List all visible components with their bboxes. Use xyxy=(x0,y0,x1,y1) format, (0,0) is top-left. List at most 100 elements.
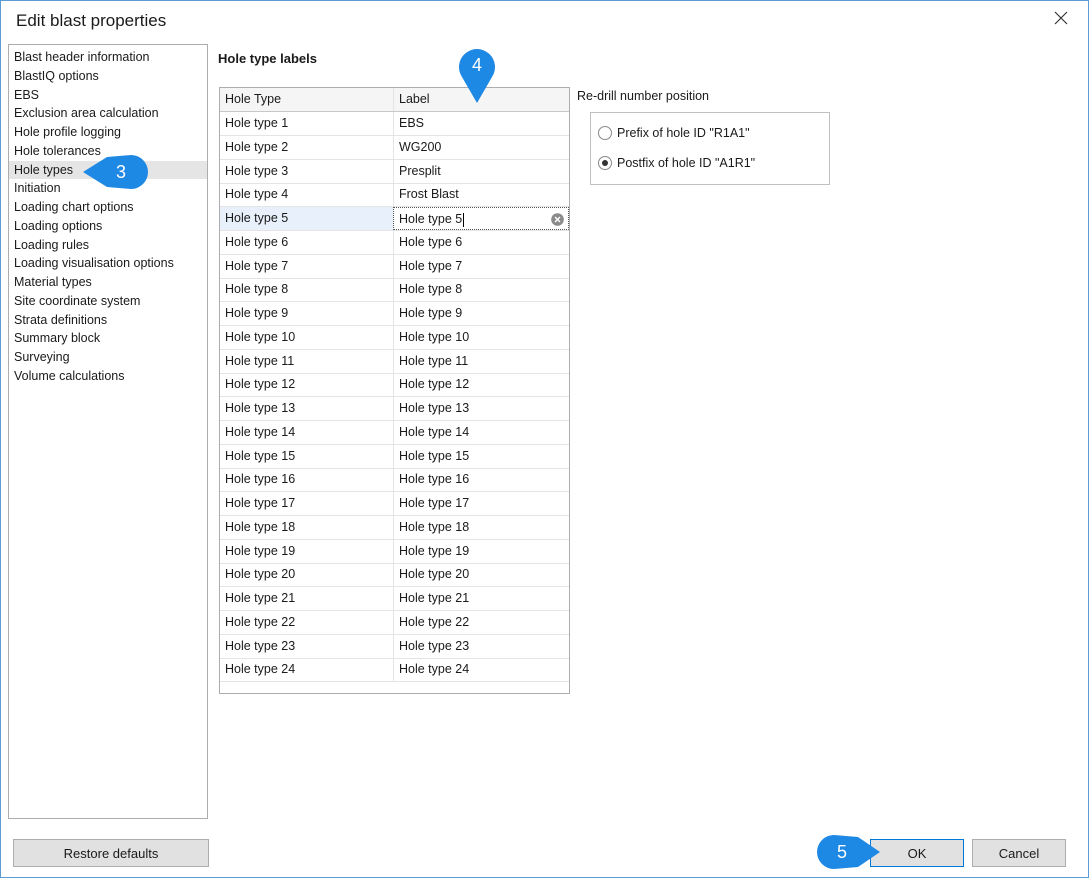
label-cell[interactable]: Hole type 15 xyxy=(394,445,569,468)
ok-button[interactable]: OK xyxy=(870,839,964,867)
label-text: Hole type 16 xyxy=(399,472,470,487)
nav-item[interactable]: Volume calculations xyxy=(9,367,207,385)
label-cell[interactable]: Hole type 7 xyxy=(394,255,569,278)
label-cell[interactable]: Frost Blast xyxy=(394,183,569,206)
hole-type-cell[interactable]: Hole type 17 xyxy=(220,492,394,515)
table-row[interactable]: Hole type 22 Hole type 22 xyxy=(220,610,569,635)
label-cell[interactable]: EBS xyxy=(394,112,569,135)
label-cell[interactable]: Hole type 16 xyxy=(394,468,569,491)
table-row[interactable]: Hole type 2 WG200 xyxy=(220,135,569,160)
label-cell[interactable]: Hole type 20 xyxy=(394,563,569,586)
hole-type-cell[interactable]: Hole type 12 xyxy=(220,373,394,397)
nav-item[interactable]: EBS xyxy=(9,86,207,104)
hole-type-cell[interactable]: Hole type 5 xyxy=(220,207,394,230)
label-cell[interactable]: WG200 xyxy=(394,136,569,159)
table-row[interactable]: Hole type 12 Hole type 12 xyxy=(220,373,569,398)
hole-type-cell[interactable]: Hole type 7 xyxy=(220,254,394,278)
nav-item[interactable]: Loading visualisation options xyxy=(9,254,207,272)
nav-item[interactable]: Summary block xyxy=(9,329,207,347)
hole-type-cell[interactable]: Hole type 14 xyxy=(220,420,394,444)
hole-type-cell[interactable]: Hole type 18 xyxy=(220,515,394,539)
table-row[interactable]: Hole type 7 Hole type 7 xyxy=(220,254,569,279)
label-cell[interactable]: Hole type 18 xyxy=(394,516,569,539)
label-cell[interactable]: Hole type 14 xyxy=(394,421,569,444)
table-row[interactable]: Hole type 8 Hole type 8 xyxy=(220,278,569,303)
nav-item[interactable]: Hole profile logging xyxy=(9,123,207,141)
nav-item[interactable]: Exclusion area calculation xyxy=(9,104,207,122)
column-header-hole-type[interactable]: Hole Type xyxy=(220,88,394,111)
label-cell[interactable]: Hole type 24 xyxy=(394,658,569,681)
nav-item[interactable]: Material types xyxy=(9,273,207,291)
hole-type-cell[interactable]: Hole type 21 xyxy=(220,587,394,610)
nav-item[interactable]: BlastIQ options xyxy=(9,67,207,85)
callout-3-label: 3 xyxy=(115,161,126,182)
hole-type-cell[interactable]: Hole type 8 xyxy=(220,278,394,302)
table-row[interactable]: Hole type 18 Hole type 18 xyxy=(220,515,569,540)
radio-icon[interactable] xyxy=(598,156,612,170)
table-row[interactable]: Hole type 20 Hole type 20 xyxy=(220,563,569,588)
table-row[interactable]: Hole type 17 Hole type 17 xyxy=(220,492,569,516)
table-row[interactable]: Hole type 11 Hole type 11 xyxy=(220,349,569,374)
label-cell[interactable]: Hole type 11 xyxy=(394,350,569,373)
hole-type-cell[interactable]: Hole type 11 xyxy=(220,349,394,373)
hole-type-cell[interactable]: Hole type 19 xyxy=(220,539,394,563)
table-row[interactable]: Hole type 4 Frost Blast xyxy=(220,183,569,208)
table-row[interactable]: Hole type 21 Hole type 21 xyxy=(220,587,569,611)
table-row[interactable]: Hole type 15 Hole type 15 xyxy=(220,444,569,469)
hole-type-cell[interactable]: Hole type 10 xyxy=(220,325,394,349)
label-edit-field[interactable]: Hole type 5 xyxy=(393,207,569,230)
hole-type-cell[interactable]: Hole type 4 xyxy=(220,183,394,207)
label-cell[interactable]: Hole type 8 xyxy=(394,278,569,301)
table-row[interactable]: Hole type 1 EBS xyxy=(220,112,569,136)
hole-type-cell[interactable]: Hole type 16 xyxy=(220,468,394,492)
table-row[interactable]: Hole type 16 Hole type 16 xyxy=(220,468,569,493)
hole-type-cell[interactable]: Hole type 1 xyxy=(220,112,394,135)
table-row[interactable]: Hole type 24 Hole type 24 xyxy=(220,658,569,683)
hole-type-cell[interactable]: Hole type 6 xyxy=(220,230,394,254)
nav-item[interactable]: Blast header information xyxy=(9,48,207,66)
hole-type-cell[interactable]: Hole type 2 xyxy=(220,135,394,159)
radio-prefix[interactable]: Prefix of hole ID "R1A1" xyxy=(598,124,750,142)
table-row[interactable]: Hole type 3 Presplit xyxy=(220,159,569,184)
hole-type-cell[interactable]: Hole type 22 xyxy=(220,610,394,634)
hole-type-cell[interactable]: Hole type 15 xyxy=(220,444,394,468)
label-cell[interactable]: Presplit xyxy=(394,160,569,183)
table-row[interactable]: Hole type 6 Hole type 6 xyxy=(220,230,569,255)
clear-icon[interactable] xyxy=(551,213,564,226)
label-cell[interactable]: Hole type 9 xyxy=(394,302,569,325)
nav-item[interactable]: Strata definitions xyxy=(9,311,207,329)
label-cell[interactable]: Hole type 6 xyxy=(394,231,569,254)
label-cell[interactable]: Hole type 23 xyxy=(394,635,569,658)
table-row[interactable]: Hole type 13 Hole type 13 xyxy=(220,397,569,421)
hole-type-grid[interactable]: Hole Type Label Hole type 1 EBS Hole type … xyxy=(219,87,570,694)
table-row[interactable]: Hole type 5 Hole type 5 xyxy=(220,207,569,231)
nav-item[interactable]: Site coordinate system xyxy=(9,292,207,310)
table-row[interactable]: Hole type 14 Hole type 14 xyxy=(220,420,569,445)
table-row[interactable]: Hole type 19 Hole type 19 xyxy=(220,539,569,564)
nav-item[interactable]: Loading chart options xyxy=(9,198,207,216)
nav-item[interactable]: Surveying xyxy=(9,348,207,366)
hole-type-cell[interactable]: Hole type 3 xyxy=(220,159,394,183)
label-cell[interactable]: Hole type 17 xyxy=(394,492,569,515)
table-row[interactable]: Hole type 23 Hole type 23 xyxy=(220,634,569,659)
label-cell[interactable]: Hole type 12 xyxy=(394,373,569,396)
table-row[interactable]: Hole type 10 Hole type 10 xyxy=(220,325,569,350)
hole-type-cell[interactable]: Hole type 9 xyxy=(220,302,394,325)
nav-item[interactable]: Loading rules xyxy=(9,236,207,254)
nav-item[interactable]: Loading options xyxy=(9,217,207,235)
hole-type-cell[interactable]: Hole type 20 xyxy=(220,563,394,587)
hole-type-cell[interactable]: Hole type 13 xyxy=(220,397,394,420)
close-icon[interactable] xyxy=(1048,5,1074,31)
hole-type-cell[interactable]: Hole type 23 xyxy=(220,634,394,658)
label-cell[interactable]: Hole type 22 xyxy=(394,611,569,634)
label-cell[interactable]: Hole type 10 xyxy=(394,326,569,349)
hole-type-cell[interactable]: Hole type 24 xyxy=(220,658,394,682)
label-cell[interactable]: Hole type 21 xyxy=(394,587,569,610)
table-row[interactable]: Hole type 9 Hole type 9 xyxy=(220,302,569,326)
radio-icon[interactable] xyxy=(598,126,612,140)
radio-postfix[interactable]: Postfix of hole ID "A1R1" xyxy=(598,154,755,172)
cancel-button[interactable]: Cancel xyxy=(972,839,1066,867)
restore-defaults-button[interactable]: Restore defaults xyxy=(13,839,209,867)
label-cell[interactable]: Hole type 19 xyxy=(394,540,569,563)
label-cell[interactable]: Hole type 13 xyxy=(394,397,569,420)
